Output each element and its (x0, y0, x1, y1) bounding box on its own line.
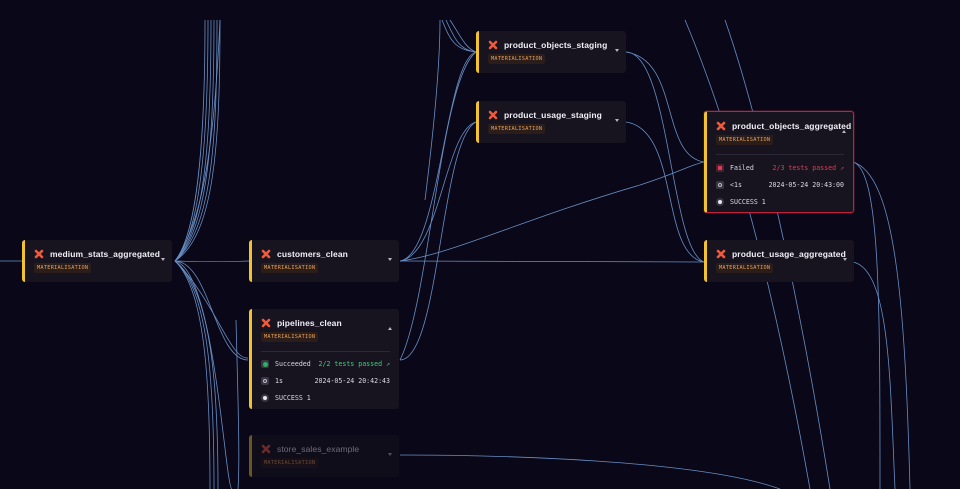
tests-link[interactable]: 2/2 tests passed ↗ (319, 360, 390, 368)
node-title: customers_clean (277, 249, 348, 259)
node-title: store_sales_example (277, 444, 360, 454)
status-row: Succeeded 2/2 tests passed ↗ (261, 358, 390, 370)
status-text: Failed (730, 164, 754, 172)
timestamp-text: 2024-05-24 20:42:43 (314, 377, 390, 385)
failed-status-icon (716, 164, 724, 172)
timestamp-text: 2024-05-24 20:43:00 (768, 181, 844, 189)
collapse-chevron-icon[interactable] (388, 327, 392, 330)
status-text: Succeeded (275, 360, 311, 368)
success-status-icon (261, 360, 269, 368)
expand-chevron-icon[interactable] (388, 258, 392, 261)
expand-chevron-icon[interactable] (161, 258, 165, 261)
node-product-usage-staging[interactable]: product_usage_staging MATERIALISATION (476, 101, 626, 143)
collapse-chevron-icon[interactable] (842, 130, 846, 133)
timing-row: 1s 2024-05-24 20:42:43 (261, 375, 390, 387)
node-product-objects-staging[interactable]: product_objects_staging MATERIALISATION (476, 31, 626, 73)
failed-x-icon (261, 318, 271, 328)
status-row: Failed 2/3 tests passed ↗ (716, 162, 844, 174)
failed-x-icon (261, 444, 271, 454)
failed-x-icon (716, 121, 726, 131)
materialisation-badge: MATERIALISATION (716, 135, 774, 145)
result-row: SUCCESS 1 (261, 392, 390, 404)
node-title: pipelines_clean (277, 318, 342, 328)
node-customers-clean[interactable]: customers_clean MATERIALISATION (249, 240, 399, 282)
divider (261, 351, 390, 352)
node-product-usage-aggregated[interactable]: product_usage_aggregated MATERIALISATION (704, 240, 854, 282)
node-title: product_usage_aggregated (732, 249, 846, 259)
node-title: product_objects_aggregated (732, 121, 852, 131)
node-medium-stats-aggregated[interactable]: medium_stats_aggregated MATERIALISATION (22, 240, 172, 282)
result-text: SUCCESS 1 (730, 198, 766, 206)
timing-row: <1s 2024-05-24 20:43:00 (716, 179, 844, 191)
materialisation-badge: MATERIALISATION (261, 332, 319, 342)
failed-x-icon (261, 249, 271, 259)
clock-icon (261, 377, 269, 385)
materialisation-badge: MATERIALISATION (716, 263, 774, 273)
node-title: product_usage_staging (504, 110, 602, 120)
failed-x-icon (34, 249, 44, 259)
expand-chevron-icon[interactable] (843, 258, 847, 261)
expand-chevron-icon[interactable] (615, 119, 619, 122)
failed-x-icon (488, 110, 498, 120)
result-icon (261, 394, 269, 402)
materialisation-badge: MATERIALISATION (261, 263, 319, 273)
node-product-objects-aggregated[interactable]: product_objects_aggregated MATERIALISATI… (704, 111, 854, 213)
materialisation-badge: MATERIALISATION (261, 458, 319, 468)
node-pipelines-clean[interactable]: pipelines_clean MATERIALISATION Succeede… (249, 309, 399, 409)
result-icon (716, 198, 724, 206)
duration-text: 1s (275, 377, 283, 385)
expand-chevron-icon[interactable] (388, 453, 392, 456)
divider (716, 154, 844, 155)
materialisation-badge: MATERIALISATION (488, 124, 546, 134)
failed-x-icon (488, 40, 498, 50)
node-title: medium_stats_aggregated (50, 249, 161, 259)
clock-icon (716, 181, 724, 189)
result-row: SUCCESS 1 (716, 196, 844, 208)
failed-x-icon (716, 249, 726, 259)
materialisation-badge: MATERIALISATION (488, 54, 546, 64)
result-text: SUCCESS 1 (275, 394, 311, 402)
materialisation-badge: MATERIALISATION (34, 263, 92, 273)
tests-link[interactable]: 2/3 tests passed ↗ (773, 164, 844, 172)
expand-chevron-icon[interactable] (615, 49, 619, 52)
duration-text: <1s (730, 181, 742, 189)
node-store-sales-example[interactable]: store_sales_example MATERIALISATION (249, 435, 399, 477)
node-title: product_objects_staging (504, 40, 608, 50)
